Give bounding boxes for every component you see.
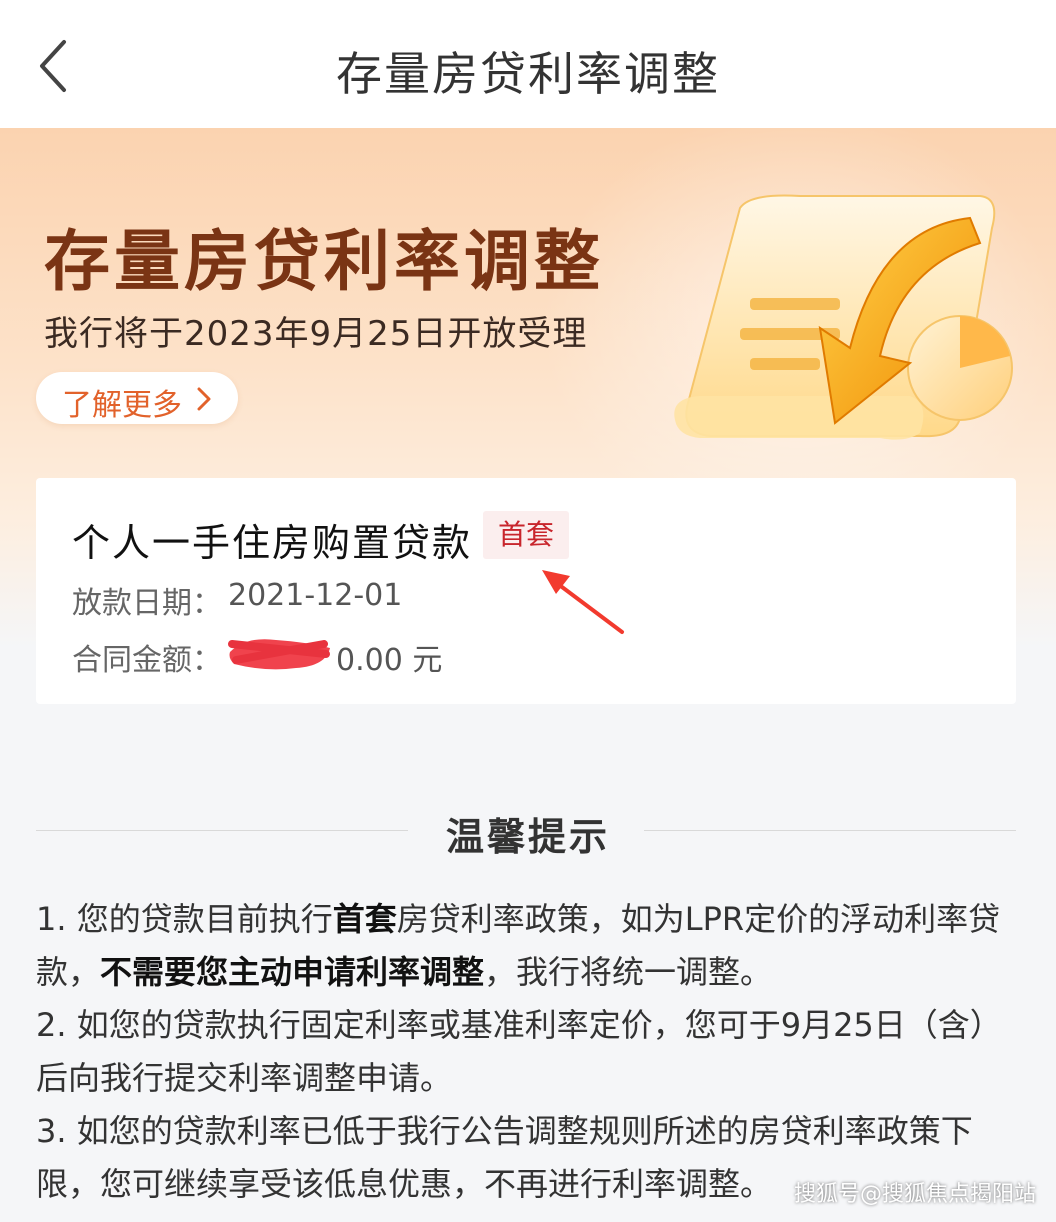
- tip-1-bold-a: 首套: [332, 900, 397, 938]
- tip-1-text-c: ，我行将统一调整。: [484, 953, 773, 991]
- loan-type-title: 个人一手住房购置贷款: [72, 521, 473, 565]
- tip-item-1: 1. 您的贷款目前执行首套房贷利率政策，如为LPR定价的浮动利率贷款，不需要您主…: [36, 893, 1026, 999]
- tip-1-bold-b: 不需要您主动申请利率调整: [100, 953, 485, 991]
- top-nav-bar: 存量房贷利率调整: [0, 0, 1056, 128]
- page-title: 存量房贷利率调整: [336, 47, 720, 101]
- tips-title: 温馨提示: [445, 815, 610, 859]
- tips-list: 1. 您的贷款目前执行首套房贷利率政策，如为LPR定价的浮动利率贷款，不需要您主…: [36, 893, 1026, 1211]
- banner-title: 存量房贷利率调整: [44, 223, 604, 300]
- disbursement-date-value: 2021-12-01: [228, 578, 403, 613]
- tip-item-2: 2. 如您的贷款执行固定利率或基准利率定价，您可于9月25日（含）后向我行提交利…: [36, 1006, 1002, 1097]
- learn-more-button[interactable]: 了解更多: [36, 372, 238, 424]
- rate-down-illustration: [670, 188, 1020, 448]
- banner-subtitle: 我行将于2023年9月25日开放受理: [44, 314, 588, 354]
- chevron-right-icon: [196, 387, 212, 415]
- annotation-arrow-icon: [500, 560, 640, 650]
- tip-1-text-a: 1. 您的贷款目前执行: [36, 900, 333, 938]
- learn-more-label: 了解更多: [62, 388, 182, 423]
- watermark: 搜狐号@搜狐焦点揭阳站: [793, 1182, 1036, 1207]
- disbursement-date-label: 放款日期：: [72, 586, 222, 621]
- first-home-badge: 首套: [483, 511, 569, 559]
- redaction-scribble: [226, 630, 334, 674]
- contract-amount-value: 0.00 元: [336, 643, 443, 678]
- contract-amount-label: 合同金额：: [72, 643, 222, 678]
